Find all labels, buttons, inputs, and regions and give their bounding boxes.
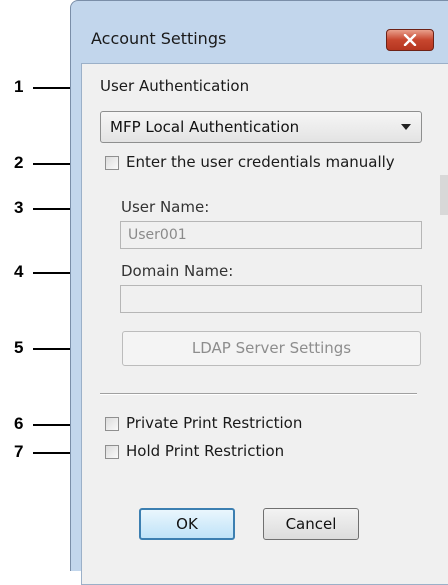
- user-name-value: User001: [128, 227, 187, 243]
- user-authentication-label: User Authentication: [100, 77, 250, 95]
- callout-6: 6: [14, 414, 24, 433]
- private-print-restriction-checkbox[interactable]: [105, 417, 119, 431]
- callout-4: 4: [14, 262, 24, 281]
- manual-credentials-checkbox[interactable]: [105, 156, 119, 170]
- callout-2: 2: [14, 153, 24, 172]
- cancel-button[interactable]: Cancel: [263, 508, 359, 540]
- domain-name-field[interactable]: [120, 285, 422, 313]
- callout-3: 3: [14, 198, 24, 217]
- window-title: Account Settings: [91, 29, 227, 48]
- callout-7: 7: [14, 442, 24, 461]
- manual-credentials-label[interactable]: Enter the user credentials manually: [126, 153, 395, 171]
- ok-button[interactable]: OK: [139, 508, 235, 540]
- close-button[interactable]: [386, 29, 434, 51]
- ldap-server-settings-button[interactable]: LDAP Server Settings: [122, 331, 421, 366]
- user-name-label: User Name:: [121, 198, 210, 216]
- hold-print-restriction-label[interactable]: Hold Print Restriction: [126, 442, 284, 460]
- user-name-field[interactable]: User001: [120, 221, 422, 249]
- scrollbar[interactable]: [440, 175, 448, 215]
- separator: [100, 393, 417, 395]
- private-print-restriction-label[interactable]: Private Print Restriction: [126, 414, 302, 432]
- callout-5: 5: [14, 338, 24, 357]
- domain-name-label: Domain Name:: [121, 262, 234, 280]
- user-authentication-selected: MFP Local Authentication: [110, 118, 300, 136]
- hold-print-restriction-checkbox[interactable]: [105, 445, 119, 459]
- callout-1: 1: [14, 77, 24, 96]
- user-authentication-dropdown[interactable]: MFP Local Authentication: [100, 111, 422, 143]
- chevron-down-icon: [401, 124, 411, 130]
- close-icon: [403, 34, 417, 46]
